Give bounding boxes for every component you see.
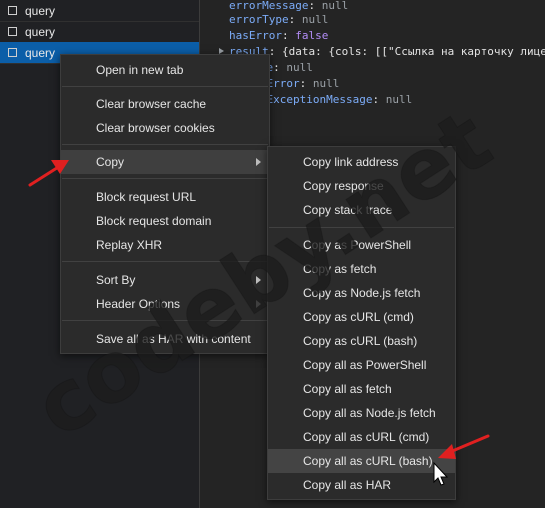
chevron-right-icon: [256, 158, 261, 166]
code-key: hasError: [229, 29, 282, 42]
menu-item-label: Copy all as HAR: [303, 478, 392, 492]
menu-item-copy-all-curl-bash[interactable]: Copy all as cURL (bash): [268, 449, 455, 473]
menu-separator: [62, 178, 268, 179]
code-sep: :: [281, 29, 296, 42]
menu-separator: [62, 261, 268, 262]
menu-item-label: Copy as cURL (bash): [303, 334, 418, 348]
row-checkbox[interactable]: [8, 48, 17, 57]
code-line: hasError: false: [229, 29, 328, 42]
code-line: errorMessage: null: [229, 0, 348, 12]
menu-item-label: Block request URL: [96, 190, 197, 204]
menu-item-copy-as-node-fetch[interactable]: Copy as Node.js fetch: [268, 281, 455, 305]
menu-item-label: Copy all as Node.js fetch: [303, 406, 436, 420]
context-menu: Open in new tab Clear browser cache Clea…: [60, 54, 270, 354]
code-sep: :: [308, 0, 322, 12]
menu-item-block-domain[interactable]: Block request domain: [61, 209, 269, 233]
menu-item-label: Copy all as cURL (cmd): [303, 430, 430, 444]
menu-item-clear-cookies[interactable]: Clear browser cookies: [61, 116, 269, 140]
chevron-right-icon: [256, 276, 261, 284]
code-sep: :: [273, 61, 287, 74]
menu-item-label: Copy: [96, 155, 125, 169]
menu-item-label: Save all as HAR with content: [96, 332, 251, 346]
menu-item-label: Header Options: [96, 297, 181, 311]
menu-item-label: Clear browser cache: [96, 97, 207, 111]
menu-item-label: Copy all as PowerShell: [303, 358, 427, 372]
request-row[interactable]: query: [0, 21, 199, 43]
menu-item-label: Copy as PowerShell: [303, 238, 412, 252]
menu-item-copy-all-curl-cmd[interactable]: Copy all as cURL (cmd): [268, 425, 455, 449]
code-sep: :: [372, 93, 386, 106]
menu-item-save-har[interactable]: Save all as HAR with content: [61, 327, 269, 351]
menu-item-copy-as-curl-bash[interactable]: Copy as cURL (bash): [268, 329, 455, 353]
menu-separator: [62, 320, 268, 321]
row-checkbox[interactable]: [8, 27, 17, 36]
code-value: null: [321, 0, 349, 12]
copy-submenu: Copy link address Copy response Copy sta…: [267, 146, 456, 500]
code-value: null: [286, 61, 313, 74]
menu-item-header-options[interactable]: Header Options: [61, 292, 269, 316]
menu-item-copy-response[interactable]: Copy response: [268, 174, 455, 198]
menu-item-block-url[interactable]: Block request URL: [61, 185, 269, 209]
menu-separator: [62, 144, 268, 145]
menu-item-label: Copy all as fetch: [303, 382, 392, 396]
request-row[interactable]: query: [0, 0, 199, 22]
code-line: errorType: null: [229, 13, 328, 26]
menu-item-label: Sort By: [96, 273, 136, 287]
code-value: null: [385, 93, 413, 106]
code-value: false: [295, 29, 329, 42]
code-value: {data: {cols: [["Ссылка на карточку лице: [282, 45, 545, 58]
menu-item-label: Copy stack trace: [303, 203, 393, 217]
menu-item-label: Copy as Node.js fetch: [303, 286, 421, 300]
menu-separator: [62, 86, 268, 87]
menu-item-copy-as-curl-cmd[interactable]: Copy as cURL (cmd): [268, 305, 455, 329]
menu-item-copy-stack-trace[interactable]: Copy stack trace: [268, 198, 455, 222]
menu-item-open-new-tab[interactable]: Open in new tab: [61, 58, 269, 82]
menu-item-label: Copy as fetch: [303, 262, 377, 276]
menu-item-copy-as-powershell[interactable]: Copy as PowerShell: [268, 233, 455, 257]
code-key: errorType: [229, 13, 289, 26]
menu-item-label: Copy link address: [303, 155, 399, 169]
menu-item-clear-cache[interactable]: Clear browser cache: [61, 92, 269, 116]
menu-item-copy-all-har[interactable]: Copy all as HAR: [268, 473, 455, 497]
menu-item-label: Clear browser cookies: [96, 121, 215, 135]
chevron-right-icon: [256, 300, 261, 308]
menu-item-copy-all-node-fetch[interactable]: Copy all as Node.js fetch: [268, 401, 455, 425]
menu-item-label: Copy all as cURL (bash): [303, 454, 433, 468]
code-line: result: {data: {cols: [["Ссылка на карто…: [229, 45, 545, 58]
menu-item-copy-all-powershell[interactable]: Copy all as PowerShell: [268, 353, 455, 377]
menu-item-copy-link-address[interactable]: Copy link address: [268, 150, 455, 174]
code-sep: :: [288, 13, 302, 26]
request-name: query: [25, 45, 56, 60]
menu-item-label: Block request domain: [96, 214, 212, 228]
menu-separator: [269, 227, 454, 228]
code-sep: :: [299, 77, 313, 90]
menu-item-label: Replay XHR: [96, 238, 163, 252]
code-key: errorMessage: [229, 0, 309, 12]
code-value: null: [312, 77, 340, 90]
menu-item-copy-as-fetch[interactable]: Copy as fetch: [268, 257, 455, 281]
row-checkbox[interactable]: [8, 6, 17, 15]
menu-item-label: Copy as cURL (cmd): [303, 310, 414, 324]
menu-item-label: Open in new tab: [96, 63, 184, 77]
menu-item-label: Copy response: [303, 179, 384, 193]
menu-item-copy[interactable]: Copy: [61, 150, 269, 174]
request-name: query: [25, 3, 56, 18]
menu-item-sort-by[interactable]: Sort By: [61, 268, 269, 292]
menu-item-replay-xhr[interactable]: Replay XHR: [61, 233, 269, 257]
code-value: null: [301, 13, 329, 26]
request-name: query: [25, 24, 56, 39]
code-sep: :: [268, 45, 282, 58]
menu-item-copy-all-fetch[interactable]: Copy all as fetch: [268, 377, 455, 401]
